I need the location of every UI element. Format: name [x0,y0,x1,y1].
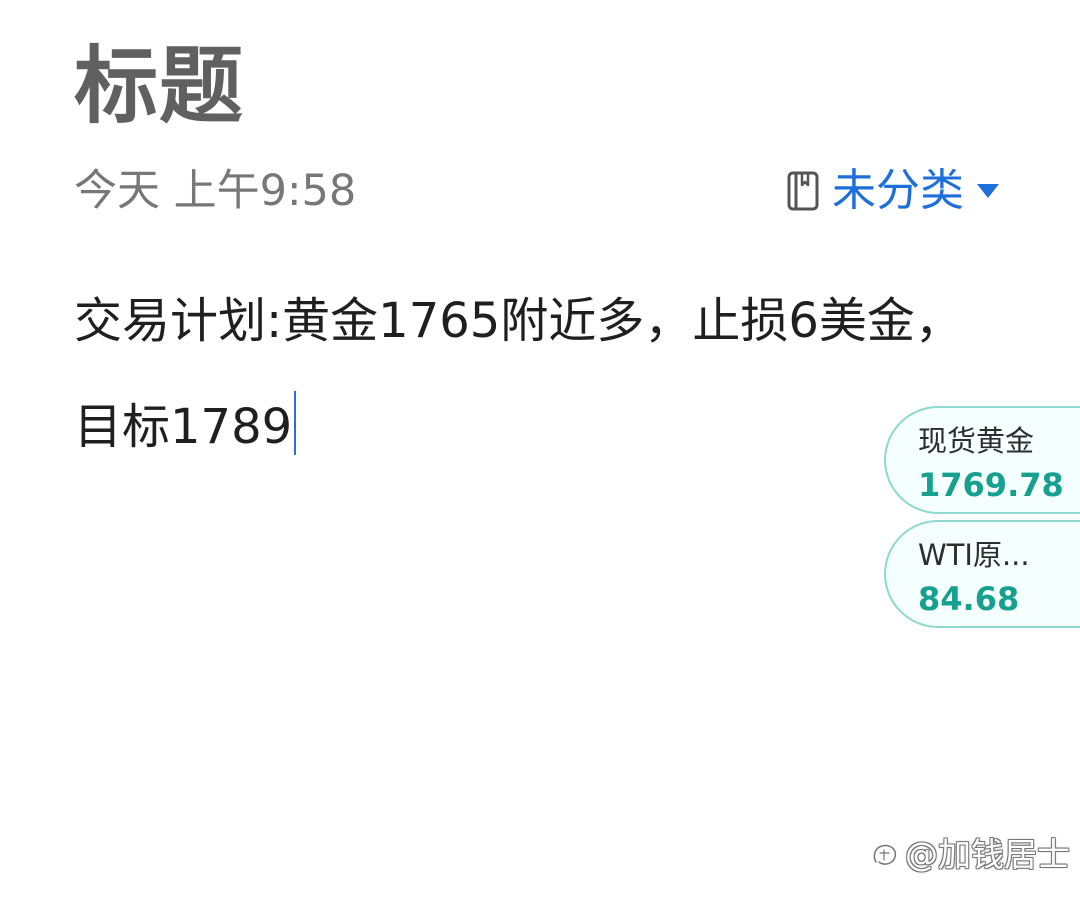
category-selector[interactable]: 未分类 [786,163,1000,219]
note-meta-row: 今天 上午9:58 未分类 [74,163,1014,219]
gold-quote-widget[interactable]: 现货黄金 1769.78 [884,406,1080,514]
quote-price: 1769.78 [918,466,1064,504]
quote-price: 84.68 [918,580,1020,618]
category-label[interactable]: 未分类 [832,163,964,219]
notebook-icon [786,170,820,212]
watermark: @加钱居士 [869,835,1070,875]
text-cursor [294,391,297,455]
note-timestamp: 今天 上午9:58 [74,166,357,216]
oil-quote-widget[interactable]: WTI原... 84.68 [884,520,1080,628]
note-title[interactable]: 标题 [74,44,244,128]
quote-name: WTI原... [918,538,1030,572]
note-body-editor[interactable]: 交易计划:黄金1765附近多，止损6美金，目标1789 [74,268,974,480]
quote-name: 现货黄金 [918,424,1035,458]
note-body-text: 交易计划:黄金1765附近多，止损6美金，目标1789 [74,293,963,455]
watermark-text: @加钱居士 [905,835,1070,874]
zhihu-logo-icon [869,839,901,871]
dropdown-triangle-icon[interactable] [976,182,1000,200]
